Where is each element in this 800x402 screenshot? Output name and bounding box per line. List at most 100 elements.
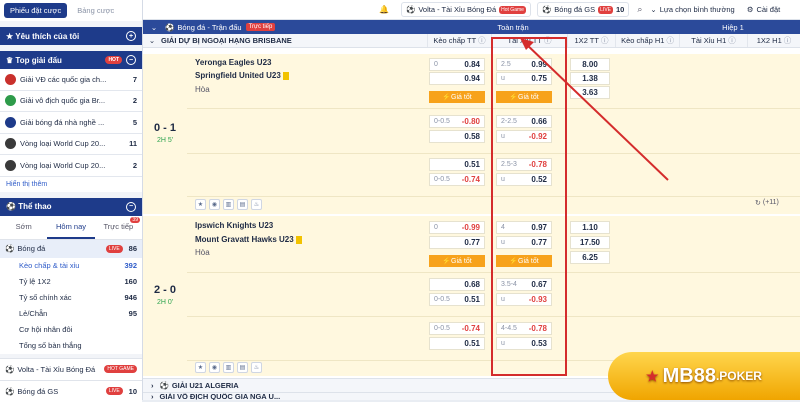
market-item[interactable]: Kèo chấp & tài xỉu 392 — [0, 257, 142, 274]
odds-cell[interactable]: 0-0.5 0.51 — [429, 293, 485, 306]
odds-cell[interactable]: 0 0.84 — [429, 58, 485, 71]
market-item[interactable]: Tỷ số chính xác 946 — [0, 289, 142, 306]
chevron-right-icon: › — [151, 392, 154, 400]
sport-gs[interactable]: ⚽ Bóng đá GS LIVE 10 — [0, 379, 142, 402]
odds-cell[interactable]: 0.58 — [429, 130, 485, 143]
odds-cell[interactable]: 1.38 — [570, 72, 610, 85]
more-markets-button[interactable]: ↻ (+11) — [755, 199, 779, 207]
flag-icon — [5, 73, 16, 85]
odds-cell[interactable]: 4 0.97 — [496, 221, 552, 234]
search-icon[interactable]: ⌕ — [637, 4, 642, 15]
info-icon: ⓘ — [600, 36, 609, 45]
odds-cell[interactable]: u -0.93 — [496, 293, 552, 306]
sport-count: 86 — [128, 244, 137, 253]
sport-volta[interactable]: ⚽ Volta - Tài Xỉu Bóng Đá HOT GAME — [0, 357, 142, 380]
star-icon[interactable]: ★ — [195, 199, 206, 210]
odds-cell[interactable]: 0.77 — [429, 236, 485, 249]
handicap-line: 0-0.5 — [434, 118, 450, 125]
odds-cell[interactable]: u 0.75 — [496, 72, 552, 85]
star-icon[interactable]: ★ — [195, 362, 206, 373]
chart-icon[interactable]: ▤ — [237, 362, 248, 373]
favorites-header[interactable]: ★ Yêu thích của tôi + — [0, 27, 142, 45]
ball-icon: ⚽ — [5, 386, 15, 396]
odds-cell[interactable]: u 0.77 — [496, 236, 552, 249]
odds-cell[interactable]: 0.68 — [429, 278, 485, 291]
stats-icon[interactable]: ▥ — [223, 199, 234, 210]
top-leagues-header[interactable]: ♛ Top giải đấu HOT − — [0, 51, 142, 69]
odds-value: -0.74 — [461, 324, 480, 333]
odds-cell[interactable]: 17.50 — [570, 236, 610, 249]
collapse-icon[interactable]: ⌄ — [143, 23, 165, 32]
odds-value: 0.77 — [531, 238, 547, 247]
odds-cell[interactable]: u 0.52 — [496, 173, 552, 186]
market-count: 160 — [124, 277, 137, 286]
odds-cell[interactable]: 3.63 — [570, 86, 610, 99]
odds-cell[interactable]: 0.51 — [429, 337, 485, 350]
gs-shortcut[interactable]: ⚽ Bóng đá GS LIVE 10 — [536, 2, 630, 17]
more-count: (+11) — [762, 199, 779, 206]
sport-football[interactable]: ⚽ Bóng đá LIVE 86 — [0, 239, 142, 258]
odds-cell[interactable]: 1.10 — [570, 221, 610, 234]
odds-cell[interactable]: 8.00 — [570, 58, 610, 71]
away-team-wrap: Springfield United U23 — [195, 71, 290, 80]
full-match-header: Toàn trận — [497, 22, 529, 32]
odds-cell[interactable]: 0 -0.99 — [429, 221, 485, 234]
league-item[interactable]: Vòng loại World Cup 20... 2 — [0, 155, 142, 177]
odds-cell[interactable]: 2.5 0.99 — [496, 58, 552, 71]
odds-type-select[interactable]: ⌄ Lựa chọn bình thường — [650, 5, 734, 14]
volta-shortcut[interactable]: ⚽ Volta - Tài Xỉu Bóng Đá Hot Game — [400, 2, 531, 17]
collapse-icon[interactable]: − — [126, 201, 136, 212]
league-item[interactable]: Giải vô địch quốc gia Br... 2 — [0, 90, 142, 112]
sport-label: Volta - Tài Xỉu Bóng Đá — [17, 364, 96, 374]
market-item[interactable]: Lẻ/Chẵn 95 — [0, 305, 142, 322]
odds-cell[interactable]: 6.25 — [570, 251, 610, 264]
ou-line: 4-4.5 — [501, 325, 517, 332]
col-label: Kèo chấp H1 — [621, 36, 665, 45]
info-icon: ⓘ — [728, 36, 736, 45]
odds-cell[interactable]: 0.51 — [429, 158, 485, 171]
eye-icon[interactable]: ◉ — [209, 199, 220, 210]
market-item[interactable]: Tổng số bàn thắng — [0, 337, 142, 354]
fire-icon[interactable]: ♨ — [251, 199, 262, 210]
odds-cell[interactable]: 4-4.5 -0.78 — [496, 322, 552, 335]
odds-value: -0.80 — [461, 117, 480, 126]
odds-cell[interactable]: 2.5-3 -0.78 — [496, 158, 552, 171]
league-item[interactable]: Giải VĐ các quốc gia ch... 7 — [0, 69, 142, 91]
league-item[interactable]: Vòng loại World Cup 20... 11 — [0, 133, 142, 155]
market-item[interactable]: Tỷ lệ 1X2 160 — [0, 273, 142, 290]
league-item[interactable]: Giải bóng đá nhà nghề ... 5 — [0, 112, 142, 134]
expand-icon[interactable]: + — [126, 31, 136, 41]
flag-icon — [5, 159, 16, 171]
odds-cell[interactable]: 0-0.5 -0.80 — [429, 115, 485, 128]
tab-today[interactable]: Hôm nay — [47, 216, 95, 239]
odds-cell[interactable]: u -0.92 — [496, 130, 552, 143]
col-ou-h1: Tài Xỉu H1 ⓘ — [679, 34, 747, 47]
odds-cell[interactable]: u 0.53 — [496, 337, 552, 350]
odds-cell[interactable]: 0.94 — [429, 72, 485, 85]
league-count: 11 — [129, 139, 137, 149]
eye-icon[interactable]: ◉ — [209, 362, 220, 373]
odds-value: 0.77 — [464, 238, 480, 247]
stats-icon[interactable]: ▥ — [223, 362, 234, 373]
sports-header[interactable]: ⚽ Thể thao − — [0, 197, 142, 216]
collapse-icon[interactable]: ⌄ — [143, 36, 161, 45]
odds-cell[interactable]: 0-0.5 -0.74 — [429, 173, 485, 186]
tab-bet-slip[interactable]: Phiếu đặt cược — [4, 3, 68, 18]
market-item[interactable]: Cơ hội nhân đôi — [0, 321, 142, 338]
table-header: ⌄ ⚽ Bóng đá - Trận đấu Trực tiếp Toàn tr… — [143, 20, 800, 34]
odds-cell[interactable]: 2-2.5 0.66 — [496, 115, 552, 128]
bell-icon[interactable]: 🔔 — [379, 5, 389, 14]
col-1x2-h1: 1X2 H1 ⓘ — [747, 34, 800, 47]
fire-icon[interactable]: ♨ — [251, 362, 262, 373]
tab-live[interactable]: Trực tiếp 39 — [95, 216, 142, 239]
chart-icon[interactable]: ▤ — [237, 199, 248, 210]
settings-button[interactable]: ⚙ Cài đặt — [747, 5, 781, 14]
col-label: 1X2 TT — [574, 36, 599, 45]
col-label: Tài Xỉu TT — [507, 36, 542, 45]
collapse-icon[interactable]: − — [126, 55, 136, 65]
tab-early[interactable]: Sớm — [0, 216, 47, 239]
show-more-link[interactable]: Hiển thị thêm — [0, 176, 142, 192]
tab-odds-table[interactable]: Bảng cược — [71, 3, 120, 18]
odds-cell[interactable]: 0-0.5 -0.74 — [429, 322, 485, 335]
odds-cell[interactable]: 3.5-4 0.67 — [496, 278, 552, 291]
